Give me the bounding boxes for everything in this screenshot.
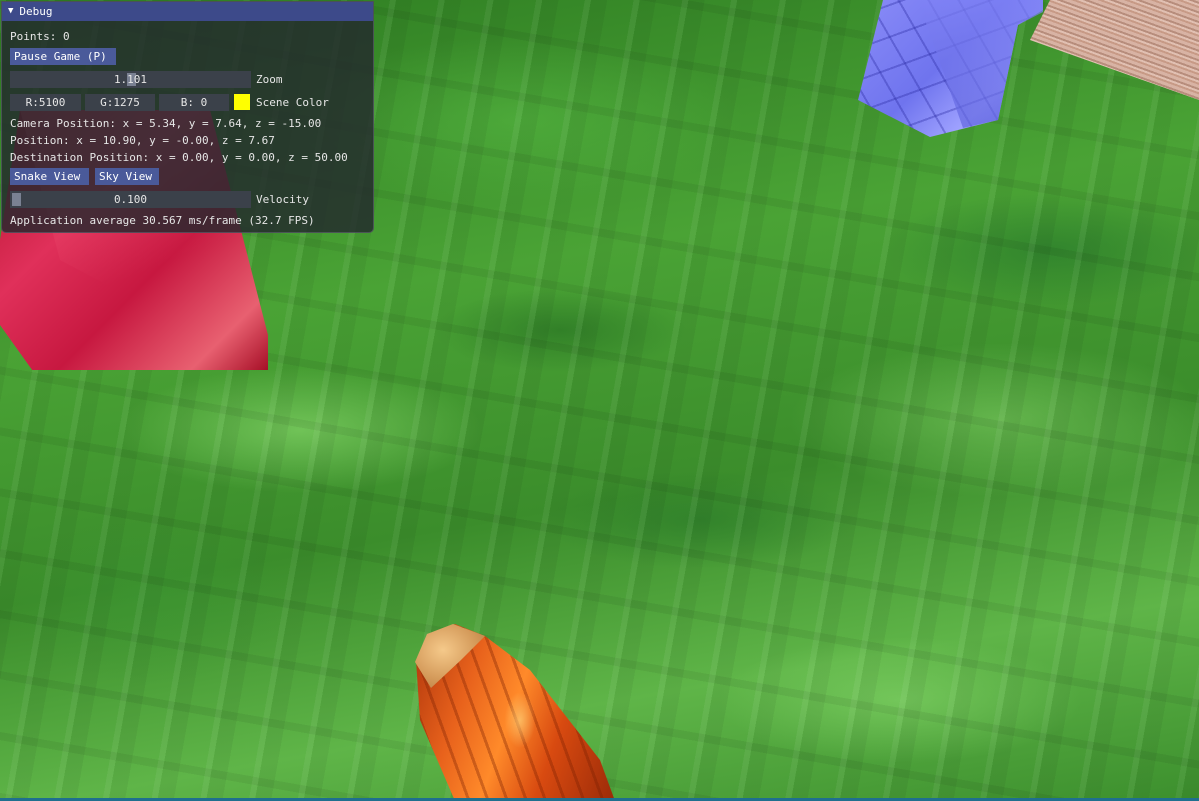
wooden-plank <box>1030 0 1199 100</box>
velocity-slider[interactable]: 0.100 <box>10 191 251 208</box>
debug-titlebar[interactable]: ▼ Debug <box>2 2 373 21</box>
points-text: Points: 0 <box>10 30 70 43</box>
fps-text: Application average 30.567 ms/frame (32.… <box>10 214 315 227</box>
velocity-value: 0.100 <box>113 193 148 206</box>
scene-color-r-field[interactable]: R:5100 <box>10 94 81 111</box>
camera-position-text: Camera Position: x = 5.34, y = 7.64, z =… <box>10 117 322 130</box>
destination-position-text: Destination Position: x = 0.00, y = 0.00… <box>10 151 348 164</box>
debug-title: Debug <box>19 5 53 18</box>
zoom-slider[interactable]: 1.101 <box>10 71 251 88</box>
pause-game-button[interactable]: Pause Game (P) <box>10 48 116 65</box>
velocity-slider-grab[interactable] <box>12 193 21 206</box>
zoom-label: Zoom <box>256 73 283 86</box>
snake-view-button[interactable]: Snake View <box>10 168 89 185</box>
scene-color-swatch[interactable] <box>234 94 250 110</box>
zoom-value: 1.101 <box>113 73 148 86</box>
debug-window[interactable]: ▼ Debug Points: 0 Pause Game (P) 1.101 Z… <box>1 1 374 233</box>
collapse-triangle-icon[interactable]: ▼ <box>8 5 13 18</box>
velocity-label: Velocity <box>256 193 309 206</box>
scene-color-label: Scene Color <box>256 96 329 109</box>
scene-color-g-field[interactable]: G:1275 <box>85 94 155 111</box>
sky-view-button[interactable]: Sky View <box>95 168 159 185</box>
scene-color-b-field[interactable]: B: 0 <box>159 94 229 111</box>
position-text: Position: x = 10.90, y = -0.00, z = 7.67 <box>10 134 275 147</box>
